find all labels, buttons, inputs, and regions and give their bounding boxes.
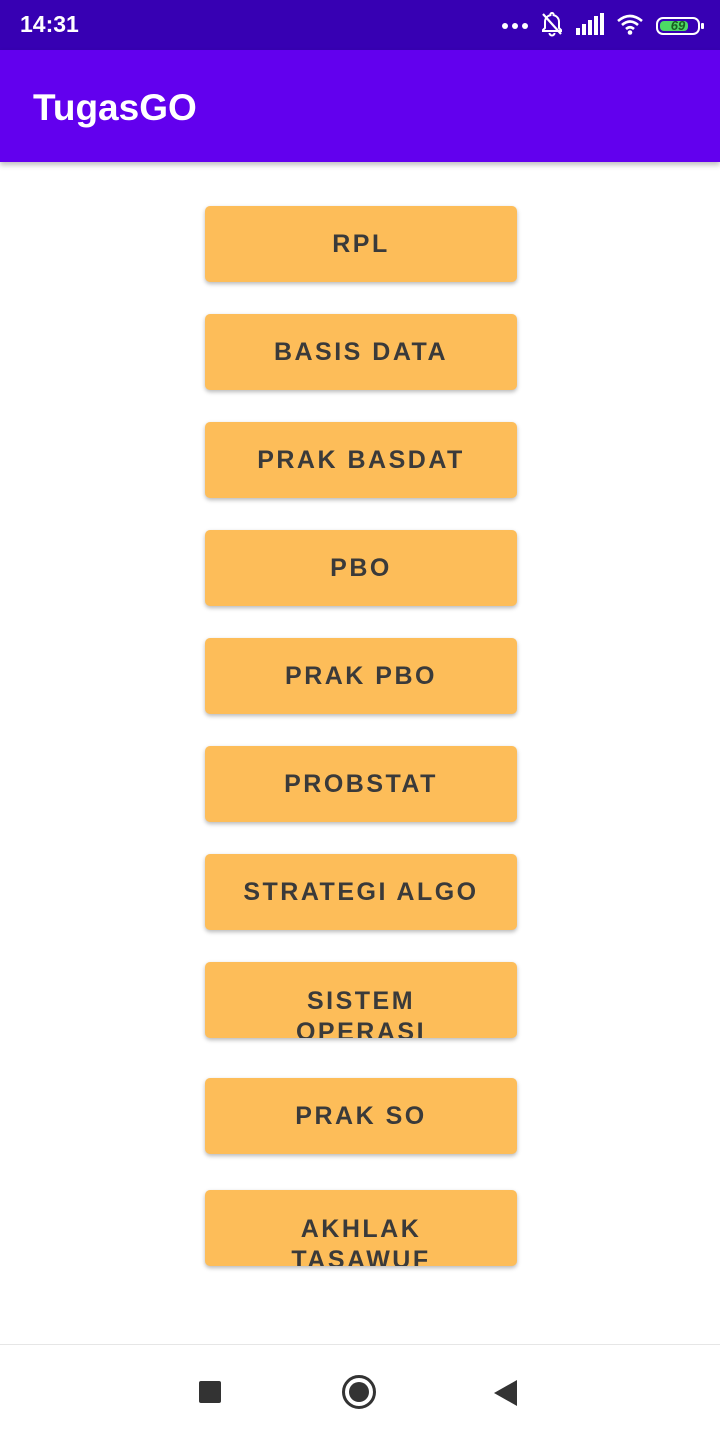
status-icons: 69: [502, 11, 704, 42]
home-icon[interactable]: [342, 1375, 376, 1409]
battery-icon: 69: [656, 17, 704, 35]
app-bar: TugasGO: [0, 50, 720, 162]
akhlak-tasawuf-button[interactable]: AKHLAK TASAWUF: [205, 1190, 517, 1266]
wifi-icon: [616, 13, 644, 40]
prak-so-button[interactable]: PRAK SO: [205, 1078, 517, 1154]
more-dots-icon: [502, 23, 528, 29]
navigation-bar: [0, 1345, 720, 1440]
battery-level: 69: [670, 18, 686, 33]
sistem-operasi-button[interactable]: SISTEM OPERASI: [205, 962, 517, 1038]
app-title: TugasGO: [33, 87, 197, 128]
status-bar: 14:31 69: [0, 0, 720, 50]
status-time: 14:31: [20, 11, 79, 37]
prak-basdat-button[interactable]: PRAK BASDAT: [205, 422, 517, 498]
probstat-button[interactable]: PROBSTAT: [205, 746, 517, 822]
signal-icon: [576, 12, 604, 40]
bell-off-icon: [540, 11, 564, 42]
basis-data-button[interactable]: BASIS DATA: [205, 314, 517, 390]
back-icon[interactable]: [494, 1380, 517, 1406]
strategi-algo-button[interactable]: STRATEGI ALGO: [205, 854, 517, 930]
rpl-button[interactable]: RPL: [205, 206, 517, 282]
recent-apps-icon[interactable]: [199, 1381, 221, 1403]
pbo-button[interactable]: PBO: [205, 530, 517, 606]
prak-pbo-button[interactable]: PRAK PBO: [205, 638, 517, 714]
